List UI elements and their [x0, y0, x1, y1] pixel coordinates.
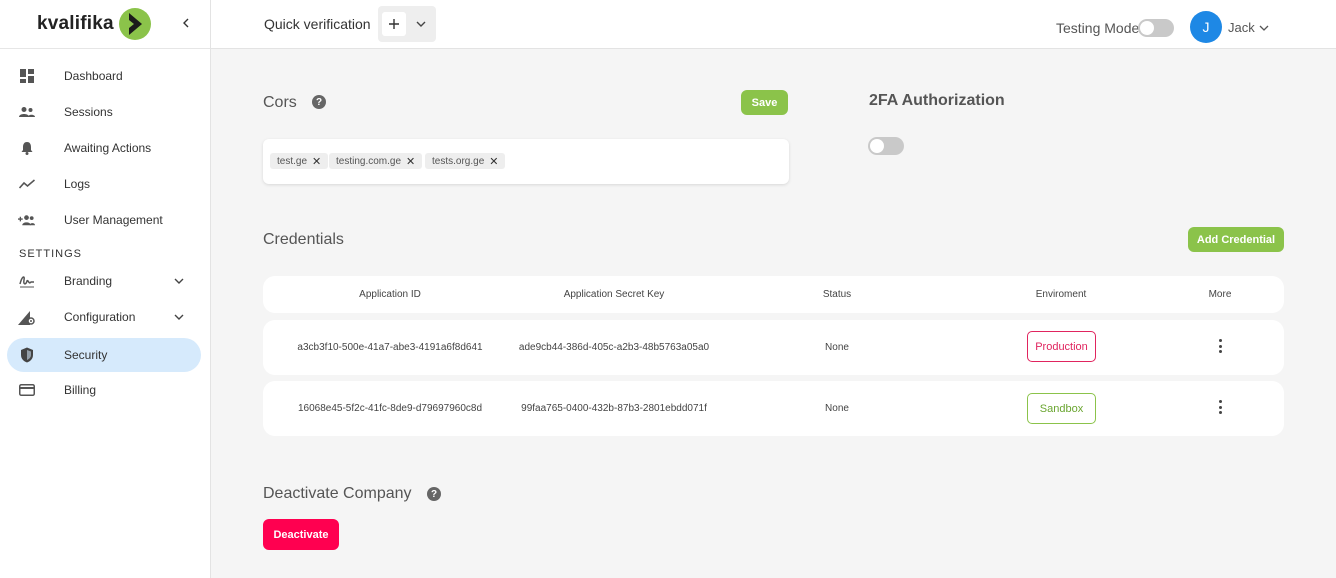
- credentials-table-header: Application ID Application Secret Key St…: [263, 276, 1284, 313]
- domain-chip-label: testing.com.ge: [336, 155, 402, 167]
- deactivate-title: Deactivate Company: [263, 485, 412, 502]
- more-icon[interactable]: [1217, 339, 1223, 353]
- sidebar-item-label: Dashboard: [64, 69, 123, 83]
- two-fa-title: 2FA Authorization: [869, 92, 1005, 109]
- shield-icon: [18, 347, 35, 363]
- domain-chip: test.ge ✕: [270, 153, 329, 169]
- sidebar-item-label: Branding: [64, 274, 113, 288]
- sidebar-item-label: Awaiting Actions: [64, 141, 152, 155]
- card-icon: [18, 382, 35, 398]
- help-icon[interactable]: ?: [427, 487, 441, 501]
- deactivate-button[interactable]: Deactivate: [263, 519, 339, 550]
- sidebar-item-label: Security: [64, 348, 108, 362]
- cors-domains-input[interactable]: test.ge ✕ testing.com.ge ✕ tests.org.ge …: [263, 139, 789, 184]
- save-button[interactable]: Save: [741, 90, 788, 115]
- user-name: Jack: [1228, 20, 1255, 35]
- chevron-left-icon: [183, 18, 189, 28]
- secret-key-cell: ade9cb44-386d-405c-a2b3-48b5763a05a0: [518, 342, 710, 353]
- settings-section-title: SETTINGS: [19, 248, 83, 260]
- application-id-cell: a3cb3f10-500e-41a7-abe3-4191a6f8d641: [297, 342, 483, 353]
- application-id-cell: 16068e45-5f2c-41fc-8de9-d79697960c8d: [297, 403, 483, 414]
- chevron-down-icon: [174, 314, 184, 320]
- sidebar-item-label: Configuration: [64, 310, 136, 324]
- domain-chip: testing.com.ge ✕: [329, 153, 423, 169]
- column-header: Application Secret Key: [563, 289, 665, 300]
- sidebar-item-dashboard[interactable]: Dashboard: [0, 59, 211, 93]
- help-icon[interactable]: ?: [312, 95, 326, 109]
- domain-chip-label: tests.org.ge: [432, 155, 485, 167]
- user-menu[interactable]: Jack: [1228, 20, 1269, 35]
- environment-badge: Sandbox: [1027, 393, 1096, 424]
- quick-verification-label: Quick verification: [264, 16, 371, 32]
- more-icon[interactable]: [1217, 400, 1223, 414]
- close-icon[interactable]: ✕: [312, 155, 321, 168]
- plus-icon: [389, 19, 399, 29]
- chart-line-icon: [18, 176, 35, 192]
- bell-icon: [18, 140, 35, 156]
- sidebar-item-branding[interactable]: Branding: [0, 264, 211, 298]
- sidebar-item-awaiting-actions[interactable]: Awaiting Actions: [0, 131, 211, 165]
- users-icon: [18, 104, 35, 120]
- environment-badge: Production: [1027, 331, 1096, 362]
- credentials-title: Credentials: [263, 231, 344, 248]
- column-header: More: [1208, 289, 1232, 300]
- sidebar-item-sessions[interactable]: Sessions: [0, 95, 211, 129]
- quick-verification-group: [378, 6, 436, 42]
- status-cell: None: [825, 342, 849, 353]
- testing-mode-label: Testing Mode: [1056, 20, 1140, 36]
- signature-icon: [18, 273, 35, 289]
- brand-logo-text: kvalifika: [37, 13, 114, 34]
- topbar: Quick verification Testing Mode J Jack: [211, 0, 1336, 49]
- add-credential-button[interactable]: Add Credential: [1188, 227, 1284, 252]
- cors-title: Cors: [263, 94, 297, 111]
- sidebar-item-security[interactable]: Security: [7, 338, 201, 372]
- status-cell: None: [825, 403, 849, 414]
- chevron-down-icon[interactable]: [414, 18, 428, 30]
- dashboard-icon: [18, 68, 35, 84]
- domain-chip: tests.org.ge ✕: [425, 153, 506, 169]
- chevron-down-icon: [174, 278, 184, 284]
- sidebar-item-user-management[interactable]: User Management: [0, 203, 211, 237]
- sidebar-item-label: Sessions: [64, 105, 113, 119]
- collapse-sidebar-button[interactable]: [179, 14, 193, 32]
- domain-chip-label: test.ge: [277, 155, 308, 167]
- secret-key-cell: 99faa765-0400-432b-87b3-2801ebdd071f: [521, 403, 707, 414]
- sidebar-item-billing[interactable]: Billing: [0, 373, 211, 407]
- column-header: Enviroment: [1035, 289, 1087, 300]
- close-icon[interactable]: ✕: [406, 155, 415, 168]
- user-add-icon: [18, 212, 35, 228]
- quick-verification-add-button[interactable]: [382, 12, 406, 36]
- avatar[interactable]: J: [1190, 11, 1222, 43]
- two-fa-toggle[interactable]: [868, 137, 904, 155]
- testing-mode-toggle[interactable]: [1138, 19, 1174, 37]
- sidebar-item-logs[interactable]: Logs: [0, 167, 211, 201]
- brand-logo-icon: [119, 8, 151, 40]
- chevron-down-icon: [1259, 25, 1269, 31]
- column-header: Application ID: [359, 289, 421, 300]
- config-icon: [18, 309, 35, 325]
- sidebar-item-label: Billing: [64, 383, 97, 397]
- table-row: a3cb3f10-500e-41a7-abe3-4191a6f8d641 ade…: [263, 320, 1284, 375]
- table-row: 16068e45-5f2c-41fc-8de9-d79697960c8d 99f…: [263, 381, 1284, 436]
- logo-row: kvalifika: [0, 0, 210, 49]
- column-header: Status: [822, 289, 852, 300]
- sidebar: kvalifika Dashboard Sessions Awaiting Ac…: [0, 0, 211, 578]
- sidebar-item-label: User Management: [64, 213, 163, 227]
- close-icon[interactable]: ✕: [489, 155, 498, 168]
- sidebar-item-label: Logs: [64, 177, 91, 191]
- sidebar-item-configuration[interactable]: Configuration: [0, 300, 211, 334]
